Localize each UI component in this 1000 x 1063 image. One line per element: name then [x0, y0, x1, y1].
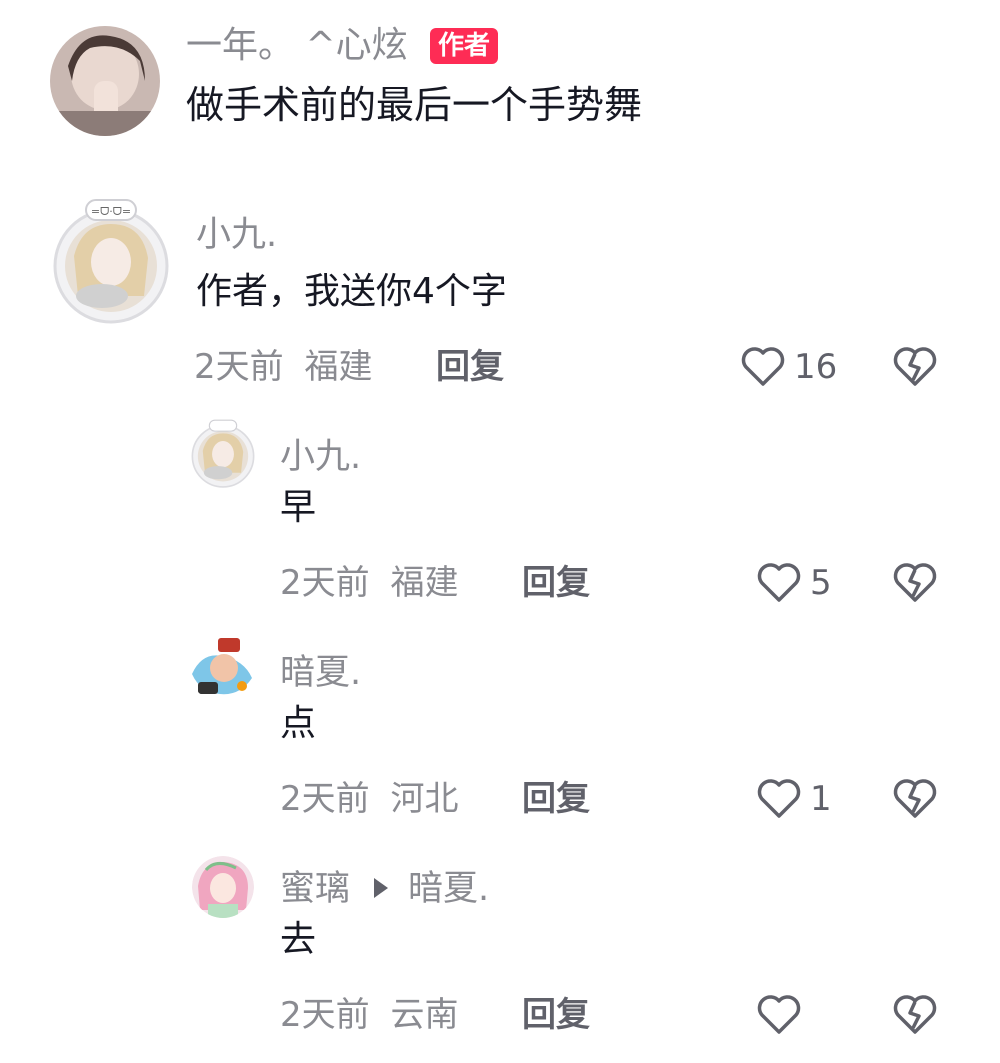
like-button[interactable]: [756, 994, 810, 1036]
like-count: 5: [810, 563, 832, 603]
reply-location: 福建: [390, 563, 459, 603]
reply-text: 去: [280, 919, 317, 960]
reply-location: 云南: [390, 995, 459, 1035]
broken-heart-icon: [893, 563, 937, 602]
author-comment-text: 做手术前的最后一个手势舞: [186, 83, 643, 127]
dislike-button[interactable]: [892, 562, 938, 604]
broken-heart-icon: [893, 995, 937, 1034]
avatar-author[interactable]: [50, 26, 160, 136]
comment-username[interactable]: 小九.: [196, 214, 277, 256]
reply-text: 点: [280, 703, 317, 744]
reply-username[interactable]: 蜜璃: [280, 869, 350, 909]
comment-time: 2天前: [194, 347, 284, 387]
avatar-reply-1[interactable]: [190, 418, 256, 488]
reply-username[interactable]: 暗夏.: [280, 652, 361, 694]
like-button[interactable]: 5: [756, 562, 832, 604]
reply-time: 2天前: [280, 779, 370, 819]
author-badge: 作者: [430, 28, 499, 64]
reply-time-location: 2天前 云南: [280, 994, 458, 1036]
author-name[interactable]: 一年。 ^心炫: [186, 24, 408, 68]
dislike-button[interactable]: [892, 778, 938, 820]
heart-outline-icon: [757, 563, 801, 602]
reply-time: 2天前: [280, 995, 370, 1035]
avatar-author-image: [50, 26, 160, 136]
comment-time-location: 2天前 福建: [194, 346, 372, 388]
svg-text:=ᗜ·ᗜ=: =ᗜ·ᗜ=: [91, 205, 131, 218]
broken-heart-icon: [893, 347, 937, 386]
dislike-button[interactable]: [892, 346, 938, 388]
avatar-comment-1-image: =ᗜ·ᗜ=: [53, 199, 169, 324]
avatar-reply-2[interactable]: [188, 634, 256, 702]
avatar-reply-1-image: [191, 419, 255, 488]
avatar-reply-2-image: [188, 634, 256, 702]
reply-time: 2天前: [280, 563, 370, 603]
like-button[interactable]: 16: [740, 346, 837, 388]
like-count: 1: [810, 779, 832, 819]
like-button[interactable]: 1: [756, 778, 832, 820]
reply-to-username[interactable]: 暗夏.: [408, 869, 489, 909]
comment-text: 作者，我送你4个字: [196, 271, 507, 312]
reply-time-location: 2天前 河北: [280, 778, 458, 820]
reply-text: 早: [280, 487, 317, 528]
reply-time-location: 2天前 福建: [280, 562, 458, 604]
heart-outline-icon: [741, 347, 785, 386]
comment-location: 福建: [304, 347, 373, 387]
heart-outline-icon: [757, 779, 801, 818]
reply-location: 河北: [390, 779, 459, 819]
reply-button[interactable]: 回复: [522, 778, 590, 820]
dislike-button[interactable]: [892, 994, 938, 1036]
avatar-comment-1[interactable]: =ᗜ·ᗜ=: [52, 196, 170, 324]
avatar-reply-3-image: [192, 856, 254, 918]
heart-outline-icon: [757, 995, 801, 1034]
reply-button[interactable]: 回复: [436, 346, 504, 388]
avatar-reply-3[interactable]: [192, 856, 254, 918]
reply-button[interactable]: 回复: [522, 562, 590, 604]
reply-button[interactable]: 回复: [522, 994, 590, 1036]
reply-username-line: 蜜璃 暗夏.: [280, 868, 489, 910]
reply-arrow-icon: [374, 878, 389, 898]
broken-heart-icon: [893, 779, 937, 818]
like-count: 16: [794, 347, 838, 387]
reply-username[interactable]: 小九.: [280, 436, 361, 478]
